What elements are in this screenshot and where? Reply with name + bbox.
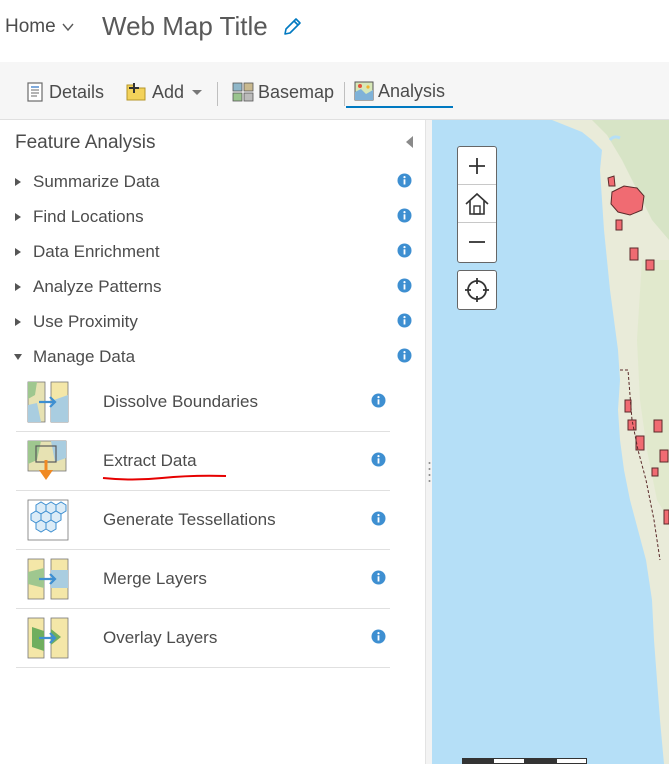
info-icon[interactable] bbox=[371, 511, 386, 526]
scale-bar bbox=[462, 758, 587, 764]
map-title: Web Map Title bbox=[102, 11, 268, 41]
info-icon[interactable] bbox=[397, 243, 412, 258]
category-find-locations[interactable]: Find Locations bbox=[12, 202, 417, 232]
analysis-label: Analysis bbox=[378, 80, 446, 101]
tool-label: Extract Data bbox=[103, 451, 197, 470]
category-use-proximity[interactable]: Use Proximity bbox=[12, 307, 417, 337]
chevron-down-icon bbox=[62, 23, 74, 32]
home-extent-button[interactable] bbox=[458, 185, 496, 223]
tool-extract-data[interactable]: Extract Data bbox=[16, 432, 390, 491]
basemap-label: Basemap bbox=[258, 81, 335, 102]
category-summarize-data[interactable]: Summarize Data bbox=[12, 167, 417, 197]
overlay-layers-icon bbox=[27, 617, 69, 659]
add-label: Add bbox=[152, 81, 185, 102]
add-button[interactable]: Add bbox=[126, 76, 208, 108]
map-view[interactable] bbox=[432, 120, 669, 764]
map-toolbar: Details Add Basemap Analysis bbox=[0, 62, 669, 120]
category-label: Use Proximity bbox=[33, 312, 138, 331]
details-document-icon bbox=[27, 82, 43, 102]
app-header: Home Web Map Title bbox=[0, 0, 669, 62]
chevron-right-icon bbox=[15, 318, 21, 326]
tool-generate-tessellations[interactable]: Generate Tessellations bbox=[16, 491, 390, 550]
chevron-right-icon bbox=[15, 178, 21, 186]
info-icon[interactable] bbox=[371, 570, 386, 585]
info-icon[interactable] bbox=[397, 208, 412, 223]
home-menu[interactable]: Home bbox=[5, 16, 74, 38]
toolbar-divider bbox=[344, 82, 345, 106]
category-data-enrichment[interactable]: Data Enrichment bbox=[12, 237, 417, 267]
analysis-tab[interactable]: Analysis bbox=[346, 76, 454, 108]
home-label: Home bbox=[5, 16, 56, 37]
info-icon[interactable] bbox=[371, 393, 386, 408]
merge-layers-icon bbox=[27, 558, 69, 600]
feature-analysis-panel: Feature Analysis Summarize Data Find Loc… bbox=[0, 120, 425, 764]
category-label: Summarize Data bbox=[33, 172, 160, 191]
basemap-grid-icon bbox=[232, 82, 254, 102]
tool-label: Generate Tessellations bbox=[103, 510, 276, 529]
panel-splitter[interactable] bbox=[425, 120, 432, 764]
tool-overlay-layers[interactable]: Overlay Layers bbox=[16, 609, 390, 668]
caret-down-icon bbox=[192, 90, 203, 95]
locate-button[interactable] bbox=[457, 270, 497, 310]
details-label: Details bbox=[49, 81, 105, 102]
info-icon[interactable] bbox=[371, 629, 386, 644]
details-button[interactable]: Details bbox=[25, 76, 104, 108]
toolbar-divider bbox=[217, 82, 218, 106]
extract-data-icon bbox=[27, 440, 67, 480]
generate-tessellations-icon bbox=[27, 499, 69, 541]
category-label: Find Locations bbox=[33, 207, 144, 226]
tool-label: Dissolve Boundaries bbox=[103, 392, 258, 411]
tool-label: Merge Layers bbox=[103, 569, 207, 588]
chevron-down-icon bbox=[14, 354, 22, 360]
dissolve-boundaries-icon bbox=[27, 381, 69, 423]
category-label: Data Enrichment bbox=[33, 242, 160, 261]
info-icon[interactable] bbox=[397, 173, 412, 188]
home-icon bbox=[465, 192, 489, 215]
basemap-button[interactable]: Basemap bbox=[232, 76, 334, 108]
crosshair-icon bbox=[465, 278, 489, 302]
zoom-controls bbox=[457, 146, 497, 263]
edit-pencil-icon[interactable] bbox=[282, 17, 302, 37]
chevron-right-icon bbox=[15, 248, 21, 256]
info-icon[interactable] bbox=[397, 313, 412, 328]
chevron-right-icon bbox=[15, 213, 21, 221]
category-label: Analyze Patterns bbox=[33, 277, 162, 296]
drag-handle-icon bbox=[428, 462, 431, 482]
tool-label: Overlay Layers bbox=[103, 628, 218, 647]
add-layer-icon bbox=[126, 83, 146, 101]
panel-title: Feature Analysis bbox=[15, 132, 156, 153]
zoom-out-button[interactable] bbox=[458, 223, 496, 261]
minus-icon bbox=[469, 241, 485, 243]
chevron-right-icon bbox=[15, 283, 21, 291]
collapse-panel-icon[interactable] bbox=[404, 135, 414, 149]
red-annotation-underline bbox=[102, 474, 227, 481]
category-analyze-patterns[interactable]: Analyze Patterns bbox=[12, 272, 417, 302]
info-icon[interactable] bbox=[371, 452, 386, 467]
analysis-map-icon bbox=[354, 81, 374, 101]
plus-icon bbox=[469, 157, 485, 174]
info-icon[interactable] bbox=[397, 348, 412, 363]
category-manage-data[interactable]: Manage Data bbox=[12, 342, 417, 372]
tool-dissolve-boundaries[interactable]: Dissolve Boundaries bbox=[16, 373, 390, 432]
info-icon[interactable] bbox=[397, 278, 412, 293]
category-label: Manage Data bbox=[33, 347, 136, 366]
zoom-in-button[interactable] bbox=[458, 147, 496, 185]
tool-merge-layers[interactable]: Merge Layers bbox=[16, 550, 390, 609]
